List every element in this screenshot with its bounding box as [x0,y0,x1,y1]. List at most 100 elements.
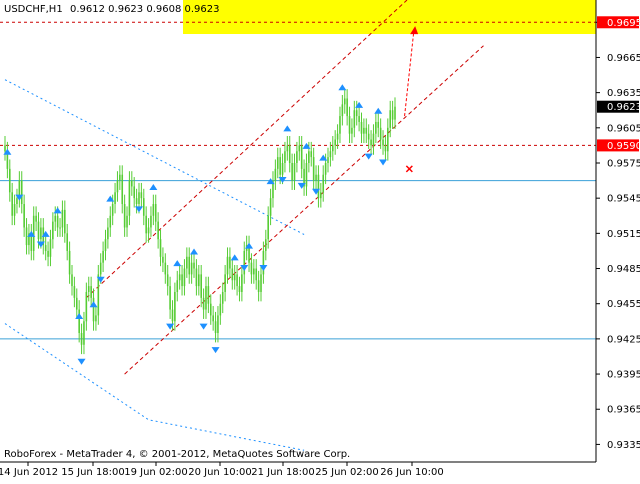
candle-body [367,133,370,140]
x-tick-label: 26 Jun 10:00 [380,467,444,478]
candle-body [276,157,279,169]
chart-background [0,0,640,480]
candle-body [284,151,286,163]
candle-body [312,157,315,181]
candle-body [339,116,341,134]
candle-body [391,110,394,120]
candle-body [174,291,176,322]
candle-body [351,127,353,134]
candle-body [95,315,97,322]
candle-body [382,139,384,146]
candle-body [260,274,262,292]
y-tick-label: 0.9395 [607,370,640,381]
candle-body [253,268,255,275]
candle-body [75,297,78,310]
candle-body [305,162,308,187]
candle-body [308,151,310,163]
candle-body [169,286,171,310]
candle-body [327,157,329,163]
candle-body [214,321,217,334]
candle-body [343,98,346,105]
candle-body [231,268,234,281]
candle-body [66,233,69,251]
candle-body [336,133,339,140]
candle-body [238,286,241,292]
candle-body [44,245,47,251]
candle-body [52,221,54,240]
candle-body [322,174,325,193]
y-tick-label: 0.9425 [607,334,640,345]
x-tick-label: 14 Jun 2012 [0,467,58,478]
candle-body [190,262,193,275]
candle-body [83,321,85,345]
x-tick-label: 19 Jun 02:00 [124,467,188,478]
candle-body [20,180,23,205]
candle-body [133,186,136,199]
candle-body [229,256,231,269]
candle-body [274,168,277,181]
candle-body [162,256,164,263]
candle-body [54,215,57,222]
candle-body [202,297,205,310]
candle-body [154,204,157,222]
candle-body [40,227,42,240]
candle-body [80,333,83,345]
y-tick-label: 0.9455 [607,299,640,310]
x-tick-label: 20 Jun 10:00 [188,467,252,478]
candle-body [233,274,236,281]
candle-body [47,250,49,257]
candle-body [200,274,202,298]
candle-body [135,198,138,205]
y-tick-label: 0.9545 [607,194,640,205]
candle-body [171,309,174,322]
candle-body [107,227,109,240]
candle-body [329,151,332,158]
candle-body [59,227,61,229]
candle-body [293,162,296,181]
candle-body [85,291,88,322]
candle-body [198,274,200,287]
candle-body [56,215,59,228]
candle-body [35,215,37,222]
candle-body [68,250,71,275]
candle-body [389,110,392,128]
candle-body [341,104,344,117]
candle-body [300,145,303,169]
candle-body [123,204,126,228]
y-tick-label: 0.9575 [607,158,640,169]
candle-body [32,215,35,251]
candle-body [102,250,104,263]
candle-body [147,227,150,234]
candle-body [186,256,188,269]
candle-body [90,286,92,298]
candle-body [193,262,195,269]
candle-body [286,145,289,152]
candle-body [166,274,169,287]
candle-body [71,274,73,287]
candle-body [207,286,210,304]
candle-body [109,215,112,228]
candle-body [298,145,301,152]
candle-body [195,268,198,287]
candle-body [121,174,124,205]
candle-body [25,227,28,246]
y-tick-label: 0.9515 [607,229,640,240]
candle-body [11,192,13,216]
candle-body [73,286,76,298]
copyright-label: RoboForex - MetaTrader 4, © 2001-2012, M… [4,449,350,460]
candle-body [176,280,179,292]
candle-body [116,180,119,193]
y-tick-label: 0.9605 [607,123,640,134]
candle-body [375,121,377,134]
price-chart[interactable]: 0.9695 0.9665 0.9635 0.9605 0.9575 0.9545 0.95… [0,0,640,480]
candle-body [224,274,226,292]
candle-body [267,215,269,240]
target-zone [183,0,596,35]
candle-body [226,256,229,275]
mt4-chart-window: 0.9695 0.9665 0.9635 0.9605 0.9575 0.9545 0.95… [0,0,640,480]
candle-body [131,180,133,187]
candle-body [296,151,298,163]
candle-body [324,162,327,175]
candle-body [37,221,40,240]
candle-body [212,315,214,322]
